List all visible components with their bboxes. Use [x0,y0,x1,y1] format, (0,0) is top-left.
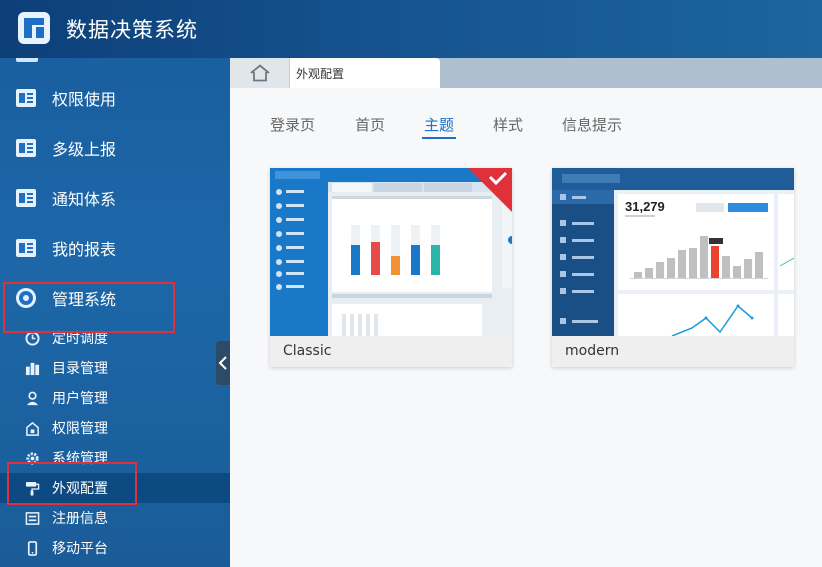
lock-icon [26,421,39,436]
sidebar-item-label: 通知体系 [52,190,117,209]
registration-icon [25,511,40,525]
theme-preview-modern: 31,279 [552,168,794,336]
chevron-left-icon [218,356,227,370]
mobile-icon [27,540,38,556]
subtab-login-page[interactable]: 登录页 [270,114,315,135]
sidebar-subitem-label: 权限管理 [52,421,108,437]
classic-preview-image [270,168,512,336]
gear-icon [16,288,36,308]
sidebar-subitem-label: 注册信息 [52,511,108,527]
tab-appearance-config[interactable]: 外观配置 [290,58,440,88]
report-icon [16,189,36,207]
sidebar-subitem-registration[interactable]: 注册信息 [0,503,230,533]
sidebar-item-label: 我的报表 [52,240,117,259]
main-content: 登录页 首页 主题 样式 信息提示 Classic 31,279 modern [230,88,822,567]
paint-roller-icon [25,481,40,496]
sidebar-subitem-appearance[interactable]: 外观配置 [0,473,230,503]
subtab-home-page[interactable]: 首页 [355,114,385,135]
sidebar-item-my-reports[interactable]: 我的报表 [0,223,230,273]
sidebar-item-label: 多级上报 [52,140,117,159]
sidebar-subitem-users[interactable]: 用户管理 [0,383,230,413]
theme-card-classic[interactable]: Classic [270,168,512,367]
clock-icon [25,330,40,346]
sidebar-subitem-label: 用户管理 [52,391,108,407]
sidebar-item-label: 管理系统 [52,290,117,309]
subtab-notice[interactable]: 信息提示 [562,114,622,135]
sidebar-item-permission-usage[interactable]: 权限使用 [0,73,230,123]
app-title: 数据决策系统 [66,18,198,42]
app-logo-icon [18,12,50,44]
subtab-style[interactable]: 样式 [493,114,523,135]
gear-icon [26,451,39,465]
app-header: 数据决策系统 [0,0,822,58]
sidebar-item-notification[interactable]: 通知体系 [0,173,230,223]
theme-preview-classic [270,168,512,336]
sidebar-subitem-label: 定时调度 [52,331,108,347]
sidebar-collapse-button[interactable] [216,341,230,385]
sidebar: 权限使用 多级上报 通知体系 我的报表 管理系统 定时调度 目录管理 用户管理 … [0,58,230,567]
modern-big-number: 31,279 [625,199,665,214]
modern-preview-image: 31,279 [552,168,794,336]
sidebar-item-multilevel-report[interactable]: 多级上报 [0,123,230,173]
subtab-theme[interactable]: 主题 [424,114,454,135]
report-icon [16,139,36,157]
theme-card-modern[interactable]: 31,279 modern [552,168,794,367]
tab-label: 外观配置 [296,67,345,81]
home-tab[interactable] [230,58,290,88]
sidebar-subitem-system[interactable]: 系统管理 [0,443,230,473]
sidebar-subitem-scheduler[interactable]: 定时调度 [0,323,230,353]
sidebar-scroll-peek [16,58,38,62]
subtab-active-indicator [422,137,456,139]
report-icon [16,89,36,107]
sidebar-subitem-directory[interactable]: 目录管理 [0,353,230,383]
tab-bar: 外观配置 [230,58,822,88]
sidebar-subitem-label: 系统管理 [52,451,108,467]
sidebar-subitem-label: 目录管理 [52,361,108,377]
directory-icon [25,362,40,375]
theme-name-modern: modern [552,336,794,367]
sidebar-subitem-label: 移动平台 [52,541,108,557]
user-icon [26,391,39,405]
theme-name-classic: Classic [270,336,512,367]
sidebar-subitem-mobile[interactable]: 移动平台 [0,533,230,563]
sidebar-subitem-label: 外观配置 [52,481,108,497]
sidebar-subitem-permissions[interactable]: 权限管理 [0,413,230,443]
report-icon [16,239,36,257]
sidebar-item-management-system[interactable]: 管理系统 [0,273,230,323]
home-icon [250,64,270,82]
sidebar-item-label: 权限使用 [52,90,117,109]
